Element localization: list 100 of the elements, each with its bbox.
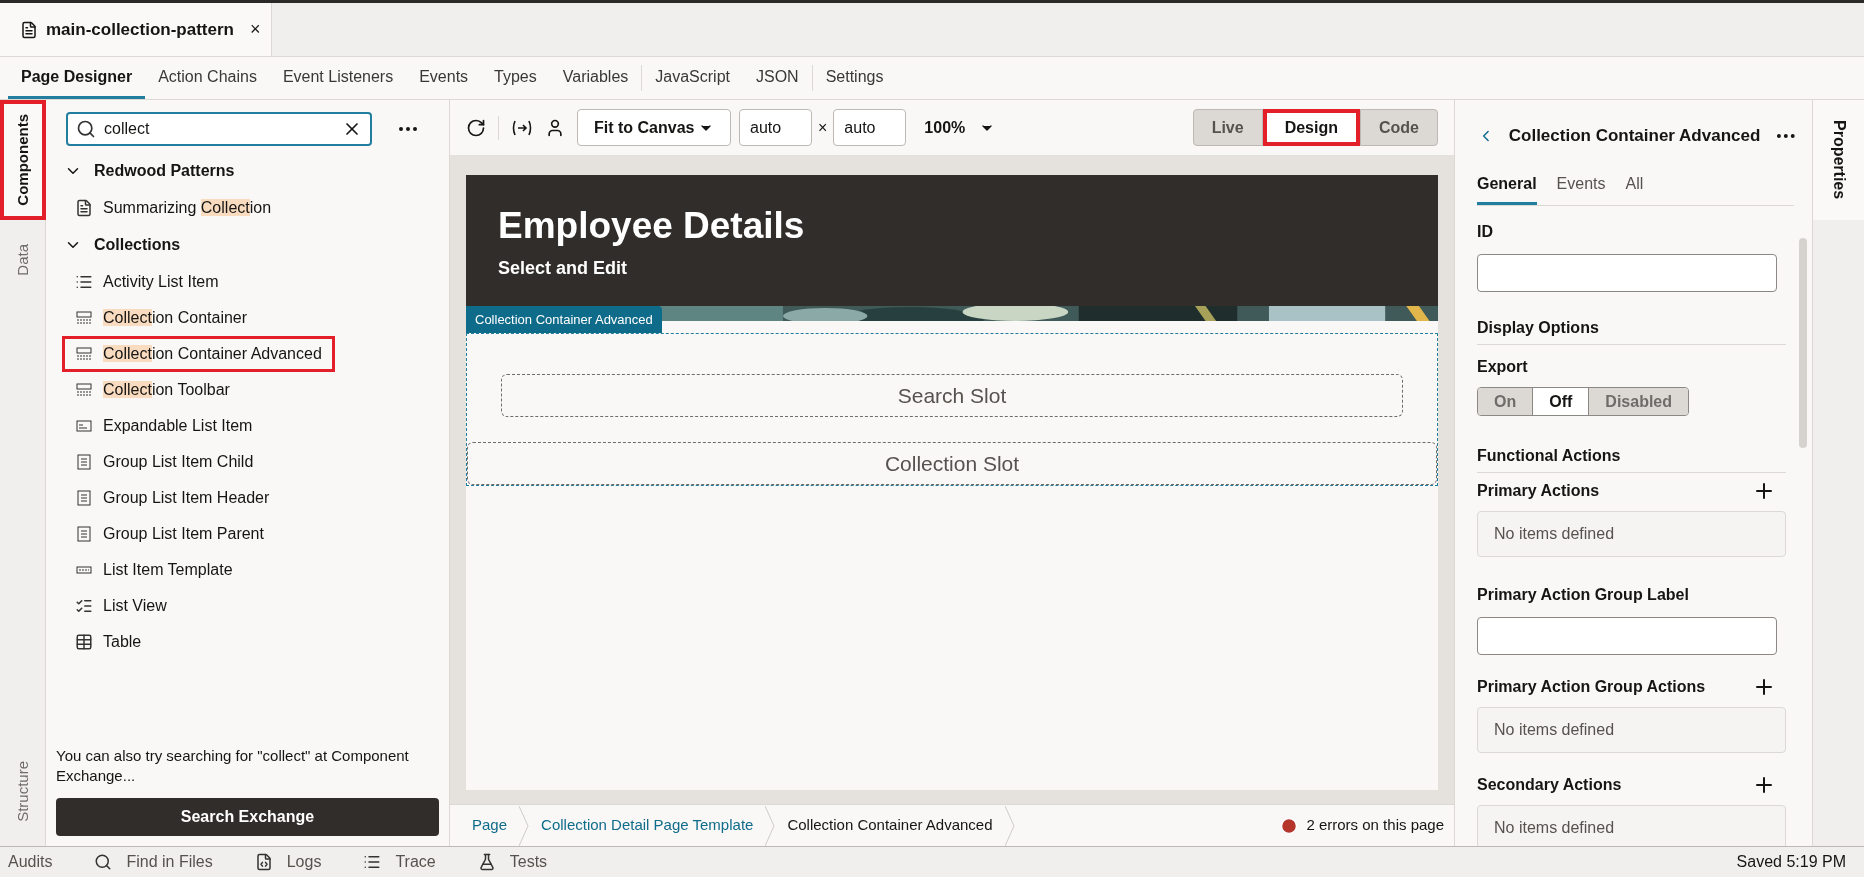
field-label: Export (1477, 357, 1529, 377)
segmented-option[interactable]: On (1478, 388, 1533, 415)
component-item[interactable]: List View (62, 588, 180, 624)
component-label: Group List Item Header (103, 488, 270, 508)
document-list-icon (75, 453, 93, 471)
view-toggle[interactable]: Live (1192, 109, 1263, 146)
list-icon (75, 273, 93, 291)
component-label: Table (103, 632, 142, 652)
breadcrumb-separator-icon (519, 805, 530, 846)
component-item[interactable]: Group List Item Child (62, 444, 267, 480)
property-tab[interactable]: All (1625, 172, 1644, 205)
view-toggle[interactable]: Code (1360, 109, 1438, 146)
side-tab[interactable]: Components (0, 100, 46, 220)
save-status: Saved 5:19 PM (1736, 852, 1846, 872)
component-item[interactable]: Group List Item Parent (62, 516, 277, 552)
search-icon (76, 119, 96, 139)
id-field[interactable] (1477, 254, 1777, 292)
breadcrumb[interactable]: Page (460, 814, 520, 837)
collection-slot[interactable]: Collection Slot (467, 442, 1437, 485)
component-item[interactable]: Collection Container Advanced (62, 336, 335, 372)
nav-tab[interactable]: Event Listeners (269, 57, 407, 99)
nav-tab[interactable]: Types (481, 57, 550, 99)
file-tab-title: main-collection-pattern (46, 18, 234, 41)
component-label: Group List Item Child (103, 452, 254, 472)
nav-tab[interactable]: JavaScript (642, 57, 743, 99)
component-item[interactable]: Table (62, 624, 155, 660)
empty-list: No items defined (1477, 707, 1786, 753)
nav-tab[interactable]: Action Chains (145, 57, 270, 99)
segmented-option[interactable]: Disabled (1588, 388, 1688, 415)
breadcrumb-separator-icon (1004, 805, 1015, 846)
page-subtitle: Select and Edit (498, 257, 628, 280)
group-header[interactable]: Collections (46, 226, 449, 264)
component-item[interactable]: Group List Item Header (62, 480, 283, 516)
component-item[interactable]: Activity List Item (62, 264, 232, 300)
section-title: Functional Actions (1477, 444, 1786, 473)
component-tag: Collection Container Advanced (466, 305, 662, 333)
side-tab[interactable]: Data (0, 220, 46, 300)
panel-title: Collection Container Advanced (1508, 125, 1761, 148)
width-field[interactable]: auto (739, 109, 812, 146)
error-count[interactable]: 2 errors on this page (1306, 814, 1444, 837)
component-label: Collection Container (103, 308, 248, 328)
status-item[interactable]: Trace (353, 850, 436, 874)
empty-list: No items defined (1477, 511, 1786, 557)
status-item[interactable]: Audits (0, 850, 53, 874)
component-label: List View (103, 596, 167, 616)
side-tab[interactable]: Structure (0, 736, 46, 846)
close-button[interactable]: × (249, 16, 261, 43)
component-item[interactable]: Summarizing Collection (62, 190, 285, 226)
user-icon[interactable] (545, 117, 565, 138)
breadcrumb[interactable]: Collection Detail Page Template (529, 814, 766, 837)
component-label: Activity List Item (103, 272, 219, 292)
nav-tab[interactable]: Events (406, 57, 482, 99)
group-header[interactable]: Redwood Patterns (46, 152, 449, 190)
file-tab[interactable]: main-collection-pattern × (0, 3, 272, 56)
search-input[interactable]: collect (104, 117, 334, 141)
component-label: Summarizing Collection (103, 198, 272, 218)
flask-icon (477, 853, 496, 871)
status-item[interactable]: Find in Files (84, 850, 213, 874)
component-item[interactable]: List Item Template (62, 552, 246, 588)
status-item[interactable]: Logs (244, 850, 322, 874)
field-label: Primary Actions (1477, 481, 1600, 501)
document-list-icon (75, 525, 93, 543)
search-box[interactable]: collect (66, 112, 372, 146)
zoom-dropdown[interactable]: 100% (924, 115, 996, 140)
component-item[interactable]: Expandable List Item (62, 408, 266, 444)
component-label: Group List Item Parent (103, 524, 264, 544)
nav-tab[interactable]: JSON (743, 57, 812, 99)
table-icon (75, 633, 93, 651)
field-label: Secondary Actions (1477, 775, 1622, 795)
text-field[interactable] (1477, 617, 1777, 655)
list-view-icon (75, 597, 93, 615)
component-label: Collection Toolbar (103, 380, 230, 400)
component-label: List Item Template (103, 560, 233, 580)
component-label: Expandable List Item (103, 416, 253, 436)
side-tab[interactable]: Properties (1813, 100, 1864, 220)
empty-list: No items defined (1477, 805, 1786, 846)
nav-tab[interactable]: Settings (812, 57, 897, 99)
times-sign: × (818, 117, 828, 138)
breadcrumb: Collection Container Advanced (786, 815, 994, 836)
component-item[interactable]: Collection Container (62, 300, 261, 336)
document-icon (75, 199, 93, 217)
nav-tab[interactable]: Variables (549, 57, 642, 99)
container-icon (75, 309, 93, 327)
component-item[interactable]: Collection Toolbar (62, 372, 243, 408)
property-tab[interactable]: Events (1556, 172, 1606, 205)
view-toggle[interactable]: Design (1262, 109, 1360, 146)
search-slot[interactable]: Search Slot (501, 374, 1403, 417)
fit-dropdown[interactable]: Fit to Canvas (577, 109, 731, 146)
section-title: Display Options (1477, 316, 1786, 345)
search-exchange-button[interactable]: Search Exchange (56, 798, 439, 836)
segmented-option[interactable]: Off (1532, 388, 1589, 415)
page-title: Employee Details (498, 204, 805, 248)
height-field[interactable]: auto (833, 109, 907, 146)
refresh-icon[interactable] (466, 117, 486, 138)
trace-icon (363, 853, 382, 871)
status-item[interactable]: Tests (467, 850, 548, 874)
property-tab[interactable]: General (1477, 172, 1537, 205)
expandable-icon (75, 417, 93, 435)
breadcrumb-separator-icon (765, 805, 776, 846)
collection-container[interactable]: Search Slot Collection Slot (466, 333, 1438, 486)
